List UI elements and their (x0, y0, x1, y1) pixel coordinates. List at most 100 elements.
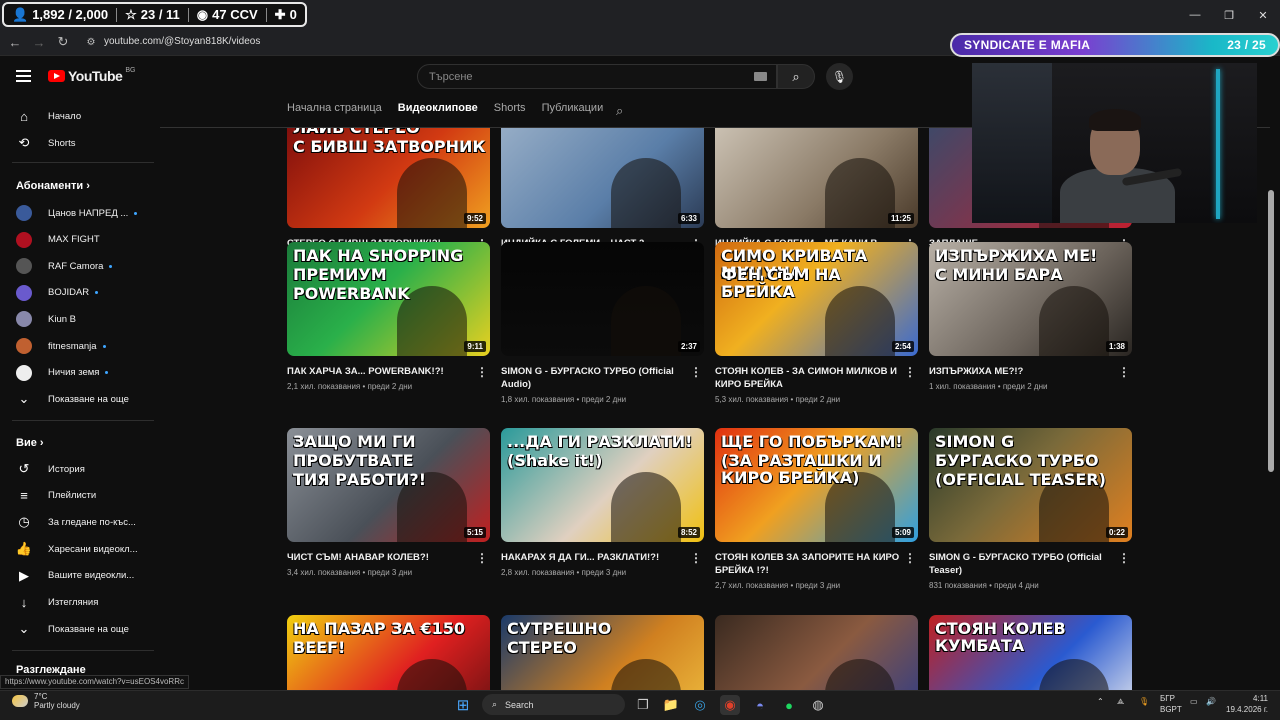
video-thumbnail[interactable]: ИЗПЪРЖИХА МЕ! С МИНИ БАРА 1:38 (929, 242, 1132, 356)
video-title[interactable]: SIMON G - БУРГАСКО ТУРБО (Official Tease… (929, 551, 1114, 577)
video-card[interactable]: SIMON G БУРГАСКО ТУРБО (OFFICIAL TEASER) 0:… (929, 428, 1132, 590)
video-thumbnail[interactable]: СУТРЕШНО СТЕРЕО (501, 615, 704, 690)
video-card[interactable]: ЩЕ ГО ПОБЪРКАМ! (ЗА РАЗТАШКИ И КИРО БРЕЙК… (715, 428, 918, 590)
video-thumbnail[interactable]: ПАК НА SHOPPING ПРЕМИУМ POWERBANK 9:11 (287, 242, 490, 356)
more-options-icon[interactable]: ⋮ (476, 551, 488, 565)
page-scrollbar[interactable] (1268, 190, 1274, 472)
tab-videos[interactable]: Видеоклипове (398, 102, 478, 114)
video-card[interactable]: ИЗПЪРЖИХА МЕ! С МИНИ БАРА 1:38 ИЗПЪРЖИХА МЕ… (929, 242, 1132, 391)
sidebar-item-subscription[interactable]: BOJIDAR (16, 283, 99, 303)
spotify-icon[interactable]: ● (779, 695, 799, 715)
sidebar-item-subscription[interactable]: Kiun B (16, 309, 76, 329)
taskbar-search[interactable]: ⌕ Search (482, 694, 625, 715)
network-icon[interactable]: ⟁ (1117, 697, 1124, 707)
thumbnail-text: ЛАЙВ СТЕРЕО (293, 128, 420, 137)
subscriptions-heading[interactable]: Абонаменти › (16, 180, 90, 192)
video-thumbnail[interactable]: SIMON G БУРГАСКО ТУРБО (OFFICIAL TEASER) 0:… (929, 428, 1132, 542)
search-input[interactable]: Търсене (417, 64, 777, 89)
minimize-button[interactable]: — (1178, 0, 1212, 30)
back-button[interactable]: ← (6, 33, 24, 51)
display-icon[interactable]: ▭ (1190, 697, 1198, 706)
video-card[interactable]: 2:37 SIMON G - БУРГАСКО ТУРБО (Official A… (501, 242, 704, 404)
chrome-icon[interactable]: ◉ (720, 695, 740, 715)
channel-search-icon[interactable]: ⌕ (616, 103, 623, 119)
url-field[interactable]: youtube.com/@Stoyan818K/videos (104, 36, 260, 47)
more-options-icon[interactable]: ⋮ (690, 365, 702, 379)
more-options-icon[interactable]: ⋮ (690, 551, 702, 565)
reload-button[interactable]: ↻ (54, 33, 72, 51)
sidebar-item-liked[interactable]: 👍 Харесани видеокл... (16, 539, 138, 559)
volume-icon[interactable]: 🔊 (1206, 697, 1216, 706)
more-options-icon[interactable]: ⋮ (476, 365, 488, 379)
sidebar-item-subscription[interactable]: MAX FIGHT (16, 230, 100, 250)
video-card[interactable]: СУТРЕШНО СТЕРЕО (501, 615, 704, 690)
you-heading[interactable]: Вие › (16, 437, 44, 449)
sidebar-item-watch-later[interactable]: ◷ За гледане по-къс... (16, 512, 136, 532)
site-info-icon[interactable]: ⚙ (82, 33, 100, 51)
keyboard-icon[interactable] (754, 72, 767, 81)
video-card[interactable]: ЗАЩО МИ ГИ ПРОБУТВАТЕ ТИЯ РАБОТИ?! 5:15 ЧИСТ… (287, 428, 490, 577)
forward-button[interactable]: → (30, 33, 48, 51)
video-thumbnail[interactable]: СИМО КРИВАТА МУЦУНА ФЕН СЪМ НА БРЕЙКА 2:54 (715, 242, 918, 356)
video-thumbnail[interactable]: ...ДА ГИ РАЗКЛАТИ! (Shake it!) 8:52 (501, 428, 704, 542)
tab-shorts[interactable]: Shorts (494, 102, 526, 114)
voice-search-button[interactable]: 🎙 (826, 63, 853, 90)
video-title[interactable]: ПАК ХАРЧА ЗА... POWERBANK!?! (287, 365, 472, 378)
video-thumbnail[interactable]: ЛАЙВ СТЕРЕОС БИВШ ЗАТВОРНИК 9:52 (287, 128, 490, 228)
obs-icon[interactable]: ◍ (808, 695, 828, 715)
show-more-subscriptions[interactable]: ⌄ Показване на още (16, 389, 129, 409)
more-options-icon[interactable]: ⋮ (1118, 365, 1130, 379)
discord-icon[interactable]: ◓ (750, 695, 770, 715)
video-title[interactable]: ЧИСТ СЪМ! АНАВАР КОЛЕВ?! (287, 551, 472, 564)
video-thumbnail[interactable]: 6:33 (501, 128, 704, 228)
tab-home[interactable]: Начална страница (287, 102, 382, 114)
video-title[interactable]: ИЗПЪРЖИХА МЕ?!? (929, 365, 1114, 378)
more-options-icon[interactable]: ⋮ (904, 365, 916, 379)
sidebar-item-shorts[interactable]: ⟲ Shorts (16, 133, 76, 153)
more-options-icon[interactable]: ⋮ (904, 551, 916, 565)
task-view-icon[interactable]: ❐ (633, 695, 653, 715)
search-button[interactable]: ⌕ (777, 64, 815, 89)
menu-icon[interactable] (16, 70, 31, 82)
tray-chevron-icon[interactable]: ⌃ (1097, 697, 1104, 706)
video-thumbnail[interactable]: 2:37 (501, 242, 704, 356)
video-thumbnail[interactable]: СТОЯН КОЛЕВ КУМБАТА (929, 615, 1132, 690)
sidebar-item-subscription[interactable]: Цанов НАПРЕД ... (16, 203, 138, 223)
sidebar-item-subscription[interactable]: Ничия земя (16, 363, 109, 383)
video-title[interactable]: СТОЯН КОЛЕВ ЗА ЗАПОРИТЕ НА КИРО БРЕЙКА !… (715, 551, 900, 577)
video-card[interactable]: ПАК НА SHOPPING ПРЕМИУМ POWERBANK 9:11 ПАК Х… (287, 242, 490, 391)
mic-icon[interactable]: 🎙 (1139, 697, 1149, 706)
show-more-you[interactable]: ⌄ Показване на още (16, 619, 129, 639)
tab-posts[interactable]: Публикации (542, 102, 604, 114)
video-thumbnail[interactable]: ЗАЩО МИ ГИ ПРОБУТВАТЕ ТИЯ РАБОТИ?! 5:15 (287, 428, 490, 542)
video-title[interactable]: СТОЯН КОЛЕВ - ЗА СИМОН МИЛКОВ И КИРО БРЕ… (715, 365, 900, 391)
maximize-button[interactable]: ❐ (1212, 0, 1246, 30)
language-indicator[interactable]: БГР BGPT (1160, 693, 1182, 715)
video-thumbnail[interactable]: НА ПАЗАР ЗА €150 BEEF! (287, 615, 490, 690)
windows-start-icon[interactable]: ⊞ (453, 695, 473, 715)
sidebar-item-subscription[interactable]: fitnesmanja (16, 336, 106, 356)
clock[interactable]: 4:11 19.4.2026 г. (1226, 693, 1268, 715)
more-options-icon[interactable]: ⋮ (1118, 551, 1130, 565)
weather-widget[interactable]: 7°C Partly cloudy (12, 692, 80, 710)
video-card[interactable] (715, 615, 918, 690)
sidebar-item-your-videos[interactable]: ▶ Вашите видеокли... (16, 566, 134, 586)
video-thumbnail[interactable] (715, 615, 918, 690)
video-card[interactable]: ...ДА ГИ РАЗКЛАТИ! (Shake it!) 8:52 НАКАРАХ… (501, 428, 704, 577)
file-explorer-icon[interactable]: 📁 (661, 695, 681, 715)
sidebar-item-subscription[interactable]: RAF Camora (16, 256, 113, 276)
close-button[interactable]: ✕ (1246, 0, 1280, 30)
video-thumbnail[interactable]: 11:25 (715, 128, 918, 228)
video-title[interactable]: НАКАРАХ Я ДА ГИ... РАЗКЛАТИ!?! (501, 551, 686, 564)
sidebar-item-home[interactable]: ⌂ Начало (16, 106, 81, 126)
video-thumbnail[interactable]: ЩЕ ГО ПОБЪРКАМ! (ЗА РАЗТАШКИ И КИРО БРЕЙК… (715, 428, 918, 542)
sidebar-item-playlists[interactable]: ≡ Плейлисти (16, 486, 96, 506)
video-card[interactable]: СИМО КРИВАТА МУЦУНА ФЕН СЪМ НА БРЕЙКА 2:54… (715, 242, 918, 404)
edge-icon[interactable]: ◎ (690, 695, 710, 715)
video-card[interactable]: НА ПАЗАР ЗА €150 BEEF! (287, 615, 490, 690)
sidebar-item-history[interactable]: ↺ История (16, 459, 85, 479)
youtube-logo[interactable]: YouTube BG (48, 67, 135, 84)
video-card[interactable]: СТОЯН КОЛЕВ КУМБАТА (929, 615, 1132, 690)
sidebar-item-downloads[interactable]: ↓ Изтегляния (16, 593, 99, 613)
video-title[interactable]: SIMON G - БУРГАСКО ТУРБО (Official Audio… (501, 365, 686, 391)
